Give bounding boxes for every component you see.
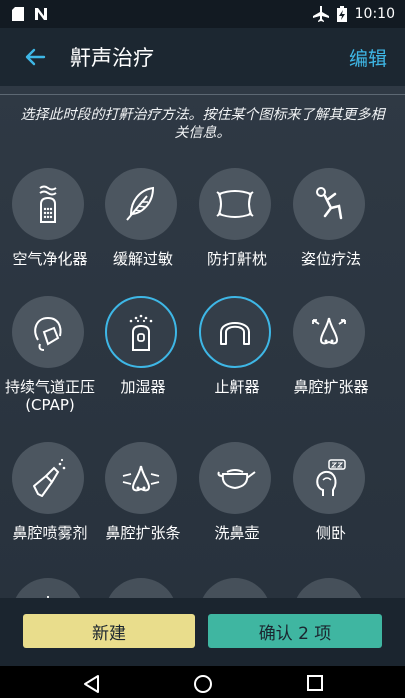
remedy-icon-circle[interactable] [12,296,84,368]
remedy-label: 鼻腔扩张条 [105,524,181,542]
nav-recents-icon[interactable] [306,674,324,692]
nav-home-icon[interactable] [193,674,213,694]
feather-icon [126,186,155,221]
remedy-icon-circle[interactable] [293,168,365,240]
airplane-icon [312,6,329,22]
remedy-icon-circle-selected[interactable] [199,296,271,368]
remedy-label: 姿位疗法 [300,250,361,268]
status-time: 10:10 [354,6,395,22]
remedy-icon-circle[interactable] [12,442,84,514]
remedy-icon-circle[interactable] [293,442,365,514]
humidifier-icon [129,314,153,351]
remedy-icon-circle-selected[interactable] [105,296,177,368]
nasal-dilator-icon [312,317,346,345]
remedy-label: 鼻腔喷雾剂 [12,524,88,542]
side-sleep-icon [316,459,346,496]
nav-bar [0,666,405,698]
page-title: 鼾声治疗 [70,46,154,70]
neti-pot-icon [217,469,256,490]
remedy-icon-circle[interactable] [12,168,84,240]
air-purifier-icon [39,185,57,223]
arrow-left-icon [25,48,46,66]
remedy-label: 空气净化器 [12,250,88,268]
edit-button[interactable]: 编辑 [349,44,387,71]
remedy-icon-circle[interactable] [293,296,365,368]
app-bar: 鼾声治疗 编辑 [0,28,405,86]
remedy-label: 加湿器 [120,378,166,396]
nasal-spray-icon [33,458,66,497]
remedy-label: 防打鼾枕 [206,250,267,268]
new-button[interactable]: 新建 [23,614,195,648]
status-bar: 10:10 [0,0,405,28]
nav-back-icon[interactable] [82,674,100,694]
battery-charging-icon [336,6,347,22]
back-button[interactable] [0,28,70,86]
remedy-label: 鼻腔扩张器 [293,378,369,396]
remedy-grid: 空气净化器 缓解过敏 防打鼾枕 姿位疗法 持续气道正压(CPAP) 加湿器 止鼾… [0,86,405,650]
remedy-icon-circle[interactable] [199,442,271,514]
nasal-strip-icon [122,465,160,492]
remedy-icon-circle[interactable] [105,168,177,240]
remedy-content: 选择此时段的打鼾治疗方法。按住某个图标来了解其更多相关信息。 空气净化器 缓解过… [0,86,405,650]
remedy-label: 缓解过敏 [112,250,173,268]
sd-card-icon [12,7,24,21]
bottom-action-bar: 新建 确认 2 项 [0,598,405,666]
remedy-label: 止鼾器 [214,378,260,396]
notification-n-icon [35,8,47,20]
remedy-label: 持续气道正压(CPAP) [4,378,95,414]
remedy-label: 侧卧 [315,524,346,542]
pillow-icon [216,190,254,218]
remedy-icon-circle[interactable] [199,168,271,240]
mouthguard-icon [220,322,250,345]
confirm-button[interactable]: 确认 2 项 [208,614,382,648]
remedy-label: 洗鼻壶 [214,524,260,542]
posture-icon [316,187,343,220]
cpap-mask-icon [34,316,62,351]
remedy-icon-circle[interactable] [105,442,177,514]
